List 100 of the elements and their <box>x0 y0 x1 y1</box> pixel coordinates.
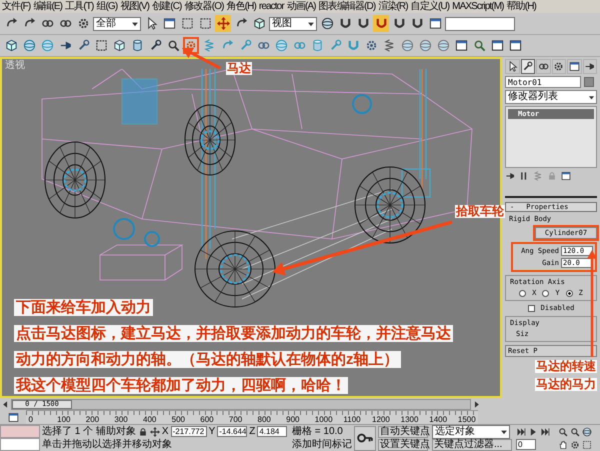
radio-button[interactable] <box>519 290 526 297</box>
panel-tab[interactable] <box>520 59 535 74</box>
prompt-text: 单击并拖动以选择并移动对象 <box>42 439 172 450</box>
radio-button[interactable] <box>566 290 573 297</box>
skip-icon <box>516 426 526 436</box>
coordinate-field[interactable]: -14.644 <box>217 426 248 437</box>
window-icon <box>568 61 580 72</box>
sphere-icon <box>22 39 36 52</box>
frame-tick-label: 200 <box>86 415 100 424</box>
coordinate-field[interactable]: 4.184 <box>257 426 288 437</box>
magnifier-icon <box>570 426 580 436</box>
magnet-icon <box>356 17 370 30</box>
menu-item[interactable]: 图表编辑器(D) <box>318 0 376 12</box>
menu-item[interactable]: 工具(T) <box>65 0 94 12</box>
color-swatch[interactable] <box>584 77 594 87</box>
grid-size: 栅格 = 10.0 <box>292 426 344 437</box>
set-key-mode-button[interactable]: 设置关键点 <box>378 438 428 450</box>
magnifier-icon <box>472 39 486 52</box>
wrench-icon <box>148 39 162 52</box>
pause-bars-icon <box>519 171 529 181</box>
menu-item[interactable]: 创建(C) <box>152 0 182 12</box>
checkbox[interactable] <box>528 305 535 312</box>
coordinate-field[interactable]: -217.772 <box>170 426 207 437</box>
menu-item[interactable]: 编辑(E) <box>33 0 62 12</box>
viewport-label: 透视 <box>5 60 25 71</box>
panel-tab[interactable] <box>505 59 520 74</box>
magnifier-icon <box>166 39 180 52</box>
menu-item[interactable]: 文件(F) <box>2 0 30 12</box>
skip-icon <box>540 426 550 436</box>
frame-tick-label: 1200 <box>372 415 390 424</box>
frame-tick-label: 100 <box>57 415 70 424</box>
annotation-label: 马达的转速 <box>535 360 597 373</box>
menu-item[interactable]: 渲染(R) <box>378 0 408 12</box>
sphere-icon <box>400 39 414 52</box>
gear-icon <box>553 61 564 72</box>
menu-item[interactable]: MAXScript(M) <box>452 0 504 12</box>
cross-arrows-icon <box>216 17 230 30</box>
arrow <box>182 48 221 70</box>
toolbar-button[interactable] <box>319 15 335 32</box>
magnet-icon <box>392 17 406 30</box>
menu-item[interactable]: 修改器(O) <box>184 0 224 12</box>
tutorial-note: 动力的方向和动力的轴。（马达的轴默认在物体的z轴上） <box>14 351 400 368</box>
frame-tick-label: 1000 <box>314 415 333 424</box>
menu-item[interactable]: 动画(A) <box>286 0 316 12</box>
window-icon <box>162 17 176 30</box>
chain-link-icon <box>58 17 72 30</box>
key-mode-dropdown[interactable]: 选定对象 <box>432 425 510 439</box>
sphere-icon <box>274 39 288 52</box>
panel-tab[interactable] <box>536 59 550 74</box>
wrench-icon <box>238 39 252 52</box>
cylinder-icon <box>310 39 324 52</box>
menu-item[interactable]: reactor <box>258 0 284 12</box>
window-icon <box>508 39 522 52</box>
panel-tab[interactable] <box>567 59 582 74</box>
annotation-label: 马达的马力 <box>535 378 597 391</box>
dashed-rectangle-icon <box>94 39 108 52</box>
time-tag[interactable]: 添加时间标记 <box>292 439 350 450</box>
frame-tick-label: 1400 <box>429 415 448 424</box>
auto-key-button[interactable]: 自动关键点 <box>378 426 428 438</box>
spring-icon <box>382 39 396 52</box>
frame-tick-label: 700 <box>228 415 242 424</box>
dropdown-value: 全部 <box>96 18 116 30</box>
key-filters-button[interactable]: 关键点过滤器... <box>432 439 512 451</box>
cube-icon <box>112 39 126 52</box>
cylinder-icon <box>130 39 144 52</box>
modifier-list-dropdown[interactable]: 修改器列表 <box>505 90 597 104</box>
tutorial-note: 我这个模型四个车轮都加了动力，四驱啊，哈哈！ <box>14 377 348 394</box>
menu-item[interactable]: 帮助(H) <box>506 0 536 12</box>
radio-button[interactable] <box>542 290 550 297</box>
frame-tick-label: 600 <box>200 415 214 424</box>
cube-icon <box>4 39 18 52</box>
menu-item[interactable]: 视图(V) <box>120 0 150 12</box>
spring-icon <box>202 39 216 52</box>
frame-field[interactable]: 0 <box>516 439 536 450</box>
window-icon <box>428 17 442 30</box>
object-name-field[interactable]: Motor01 <box>505 76 581 88</box>
axis-label: Z <box>249 426 256 437</box>
menu-item[interactable]: 角色(H) <box>226 0 256 12</box>
sphere-icon <box>582 426 592 436</box>
selection-set-field[interactable] <box>445 16 515 30</box>
window-icon <box>8 412 18 422</box>
selection-status: 选择了 1 个 辅助对象 <box>42 426 136 437</box>
gear-icon <box>76 17 90 30</box>
toolbar-dropdown[interactable]: 全部 <box>93 16 141 30</box>
track-bar[interactable]: 0 100 200 300 400 500 600 700 800 900 1000 1100 1200 1300 1400 1500 <box>26 410 478 424</box>
tutorial-note: 下面来给车加入动力 <box>14 299 153 316</box>
chain-link-icon <box>256 39 270 52</box>
panel-tab[interactable] <box>552 59 566 74</box>
frame-tick-label: 800 <box>258 415 271 424</box>
chain-link-icon <box>538 61 549 72</box>
lock-icon <box>138 426 148 436</box>
panel-tab[interactable] <box>582 59 597 74</box>
menu-item[interactable]: 自定义(U) <box>410 0 450 12</box>
window-icon <box>454 39 468 52</box>
menu-item[interactable]: 组(G) <box>96 0 118 12</box>
window-icon <box>561 171 571 181</box>
toolbar-dropdown[interactable]: 视图 <box>269 16 317 30</box>
set-key-button[interactable] <box>354 426 376 450</box>
magnet-icon <box>410 17 424 30</box>
listener-panel[interactable] <box>0 438 40 451</box>
